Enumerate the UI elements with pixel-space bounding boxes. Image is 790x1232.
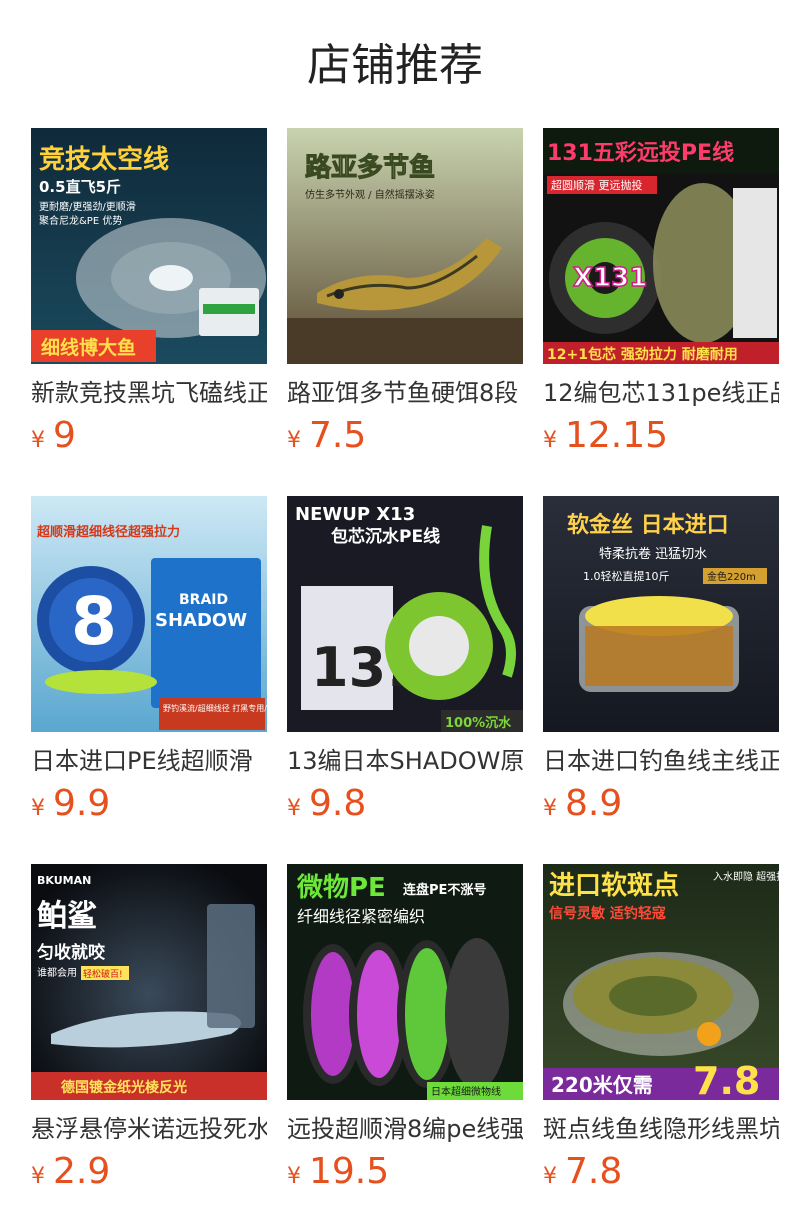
image-text: 7.8 [693, 1059, 760, 1100]
product-image[interactable]: 微物PE 连盘PE不涨号 纤细线径紧密编织 日本超细微物线 [287, 864, 523, 1100]
product-price: ¥12.15 [543, 414, 668, 458]
product-title[interactable]: 13编日本SHADOW原装 [287, 744, 523, 778]
image-banner: 德国镀金纸光棱反光 [61, 1079, 187, 1096]
product-title[interactable]: 斑点线鱼线隐形线黑坑 [543, 1112, 779, 1146]
product-price: ¥9.8 [287, 782, 366, 826]
image-text: 1.0轻松直提10斤 [583, 569, 670, 583]
price-value: 9 [53, 415, 76, 456]
product-price: ¥2.9 [31, 1150, 110, 1194]
product-price: ¥8.9 [543, 782, 622, 826]
product-title[interactable]: 悬浮悬停米诺远投死水 [31, 1112, 267, 1146]
price-value: 19.5 [309, 1151, 390, 1192]
product-card[interactable]: 微物PE 连盘PE不涨号 纤细线径紧密编织 日本超细微物线 远投超顺滑8编pe线… [287, 864, 523, 1204]
image-text: 软金丝 日本进口 [567, 512, 729, 538]
price-value: 7.8 [565, 1151, 623, 1192]
image-text: 谁都会用 [37, 966, 77, 979]
product-price: ¥9.9 [31, 782, 110, 826]
currency-symbol: ¥ [287, 796, 301, 821]
product-image[interactable]: BRAID 8 SHADOW 超顺滑超细线径超强拉力 野钓溪流/超细线径 打黑专… [31, 496, 267, 732]
image-text: 纤细线径紧密编织 [297, 907, 425, 926]
product-price: ¥9 [31, 414, 76, 458]
image-text: 0.5直飞5斤 [39, 178, 121, 196]
image-banner: 日本超细微物线 [431, 1085, 501, 1098]
product-image[interactable]: 进口软斑点 信号灵敏 适钓轻寇 入水即隐 超强拉力 迅猛切水 220米仅需 7.… [543, 864, 779, 1100]
price-value: 12.15 [565, 415, 669, 456]
image-text: 入水即隐 超强拉力 迅猛切水 [713, 870, 779, 883]
product-image[interactable]: 路亚多节鱼 仿生多节外观 / 自然摇摆泳姿 [287, 128, 523, 364]
product-card[interactable]: 路亚多节鱼 仿生多节外观 / 自然摇摆泳姿 路亚饵多节鱼硬饵8段 ¥7.5 [287, 128, 523, 468]
product-title[interactable]: 日本进口钓鱼线主线正品 [543, 744, 779, 778]
image-text: 特柔抗卷 迅猛切水 [599, 546, 707, 562]
image-text: BRAID [179, 592, 228, 608]
image-banner: 野钓溪流/超细线径 打黑专用/超强拉力 [163, 703, 267, 713]
product-title[interactable]: 日本进口PE线超顺滑 [31, 744, 267, 778]
image-text: 竞技太空线 [39, 144, 169, 175]
image-text: BKUMAN [37, 874, 91, 887]
product-card[interactable]: NEWUP X13 包芯沉水PE线 131 100%沉水 13编日本SHADOW… [287, 496, 523, 836]
image-text: 进口软斑点 [549, 870, 679, 901]
currency-symbol: ¥ [287, 1164, 301, 1189]
product-title[interactable]: 12编包芯131pe线正品 [543, 376, 779, 410]
image-text: 连盘PE不涨号 [403, 882, 486, 898]
image-text: 微物PE [296, 872, 386, 903]
image-text: 聚合尼龙&PE 优势 [39, 214, 122, 227]
product-card[interactable]: 131五彩远投PE线 超圆顺滑 更远抛投 X131 12+1包芯 强劲拉力 耐磨… [543, 128, 779, 468]
image-banner: 细线博大鱼 [41, 336, 136, 359]
image-text: 仿生多节外观 / 自然摇摆泳姿 [305, 188, 435, 201]
currency-symbol: ¥ [287, 428, 301, 453]
currency-symbol: ¥ [31, 428, 45, 453]
currency-symbol: ¥ [543, 796, 557, 821]
product-image[interactable]: BKUMAN 鲌鲨 匀收就咬 谁都会用 轻松破百! 德国镀金纸光棱反光 [31, 864, 267, 1100]
product-card[interactable]: 软金丝 日本进口 特柔抗卷 迅猛切水 1.0轻松直提10斤 金色220m 日本进… [543, 496, 779, 836]
product-image[interactable]: 131五彩远投PE线 超圆顺滑 更远抛投 X131 12+1包芯 强劲拉力 耐磨… [543, 128, 779, 364]
image-banner: 12+1包芯 强劲拉力 耐磨耐用 [547, 346, 738, 363]
product-price: ¥7.8 [543, 1150, 622, 1194]
price-value: 2.9 [53, 1151, 111, 1192]
product-image[interactable]: 软金丝 日本进口 特柔抗卷 迅猛切水 1.0轻松直提10斤 金色220m [543, 496, 779, 732]
product-image[interactable]: NEWUP X13 包芯沉水PE线 131 100%沉水 [287, 496, 523, 732]
price-value: 9.8 [309, 783, 367, 824]
image-text: 8 [71, 583, 117, 660]
price-value: 8.9 [565, 783, 623, 824]
image-text: 路亚多节鱼 [305, 152, 435, 183]
image-text: 超顺滑超细线径超强拉力 [37, 524, 180, 540]
currency-symbol: ¥ [543, 1164, 557, 1189]
product-price: ¥7.5 [287, 414, 366, 458]
image-text: 包芯沉水PE线 [331, 526, 440, 547]
image-text: NEWUP X13 [295, 504, 415, 525]
price-value: 7.5 [309, 415, 367, 456]
image-text: 轻松破百! [83, 968, 123, 980]
product-card[interactable]: BKUMAN 鲌鲨 匀收就咬 谁都会用 轻松破百! 德国镀金纸光棱反光 悬浮悬停… [31, 864, 267, 1204]
image-text: SHADOW [155, 610, 247, 631]
image-banner: 220米仅需 [551, 1073, 653, 1097]
image-text: 超圆顺滑 更远抛投 [551, 178, 643, 192]
image-text: 更耐磨/更强劲/更顺滑 [39, 200, 136, 213]
product-title[interactable]: 远投超顺滑8编pe线强拉力 [287, 1112, 523, 1146]
image-text: 信号灵敏 适钓轻寇 [549, 905, 666, 922]
product-image[interactable]: 竞技太空线 0.5直飞5斤 更耐磨/更强劲/更顺滑 聚合尼龙&PE 优势 细线博… [31, 128, 267, 364]
image-text: 匀收就咬 [37, 942, 106, 963]
image-banner: 100%沉水 [445, 715, 512, 731]
image-text: 金色220m [707, 570, 756, 583]
product-title[interactable]: 新款竞技黑坑飞磕线正品 [31, 376, 267, 410]
currency-symbol: ¥ [31, 796, 45, 821]
page-title: 店铺推荐 [307, 40, 483, 91]
product-card[interactable]: BRAID 8 SHADOW 超顺滑超细线径超强拉力 野钓溪流/超细线径 打黑专… [31, 496, 267, 836]
currency-symbol: ¥ [543, 428, 557, 453]
product-card[interactable]: 进口软斑点 信号灵敏 适钓轻寇 入水即隐 超强拉力 迅猛切水 220米仅需 7.… [543, 864, 779, 1204]
price-value: 9.9 [53, 783, 111, 824]
product-price: ¥19.5 [287, 1150, 389, 1194]
image-text: 鲌鲨 [37, 899, 97, 934]
product-title[interactable]: 路亚饵多节鱼硬饵8段 [287, 376, 523, 410]
currency-symbol: ¥ [31, 1164, 45, 1189]
product-card[interactable]: 竞技太空线 0.5直飞5斤 更耐磨/更强劲/更顺滑 聚合尼龙&PE 优势 细线博… [31, 128, 267, 468]
image-text: X131 [573, 263, 647, 293]
image-text: 131五彩远投PE线 [547, 140, 734, 166]
